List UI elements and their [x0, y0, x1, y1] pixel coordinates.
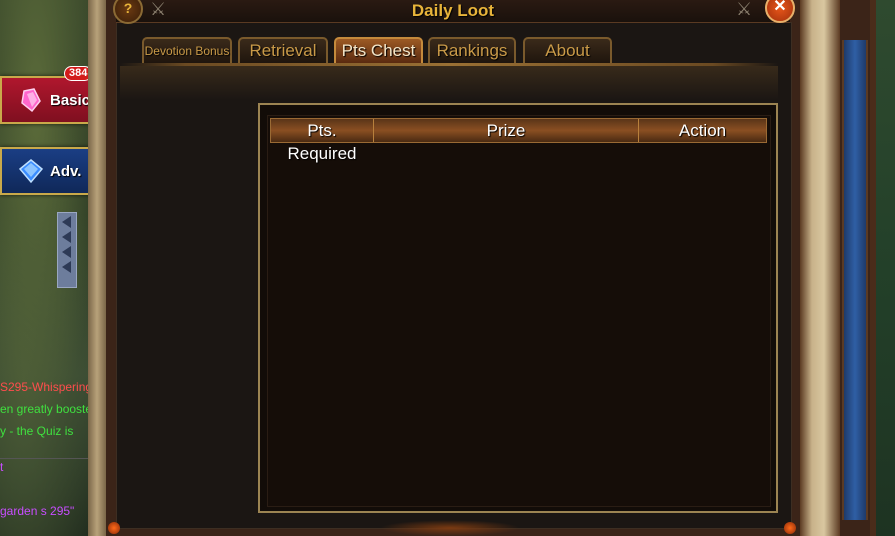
tab-glow [120, 66, 778, 100]
frame-left-edge [88, 0, 106, 536]
table-header: Pts. Required Prize Action [270, 118, 767, 163]
frame-bottom-ornament [380, 520, 520, 536]
tab-retrieval[interactable]: Retrieval [238, 37, 328, 63]
pts-chest-panel: Pts. Required Prize Action [258, 103, 778, 513]
window-title: Daily Loot [411, 1, 495, 20]
adv-button-label: Adv. [50, 162, 82, 180]
tab-devotion-bonus[interactable]: Devotion Bonus [142, 37, 232, 63]
tab-pts-chest[interactable]: Pts Chest [334, 37, 423, 63]
title-bar: Daily Loot [116, 0, 790, 23]
crossed-swords-icon: ⚔ [736, 0, 753, 19]
basic-button[interactable]: Basic [0, 76, 95, 124]
pink-crystal-icon [21, 88, 41, 113]
frame-rivet-strip [842, 40, 868, 520]
adv-button[interactable]: Adv. [0, 147, 95, 195]
column-header-pts-required: Pts. Required [271, 119, 374, 163]
frame-scroll-edge [800, 0, 840, 536]
tab-about[interactable]: About [523, 37, 612, 63]
side-scroll-arrows[interactable] [57, 212, 77, 288]
corner-gem-icon [108, 522, 120, 534]
basic-button-label: Basic [50, 91, 91, 109]
crossed-swords-icon: ⚔ [150, 0, 167, 19]
blue-gem-icon [18, 159, 44, 184]
corner-gem-icon [784, 522, 796, 534]
table-body[interactable]: Pts. Required Prize Action [267, 115, 771, 507]
column-header-action: Action [678, 121, 727, 140]
tab-rankings[interactable]: Rankings [428, 37, 516, 63]
column-header-prize: Prize [374, 119, 639, 142]
